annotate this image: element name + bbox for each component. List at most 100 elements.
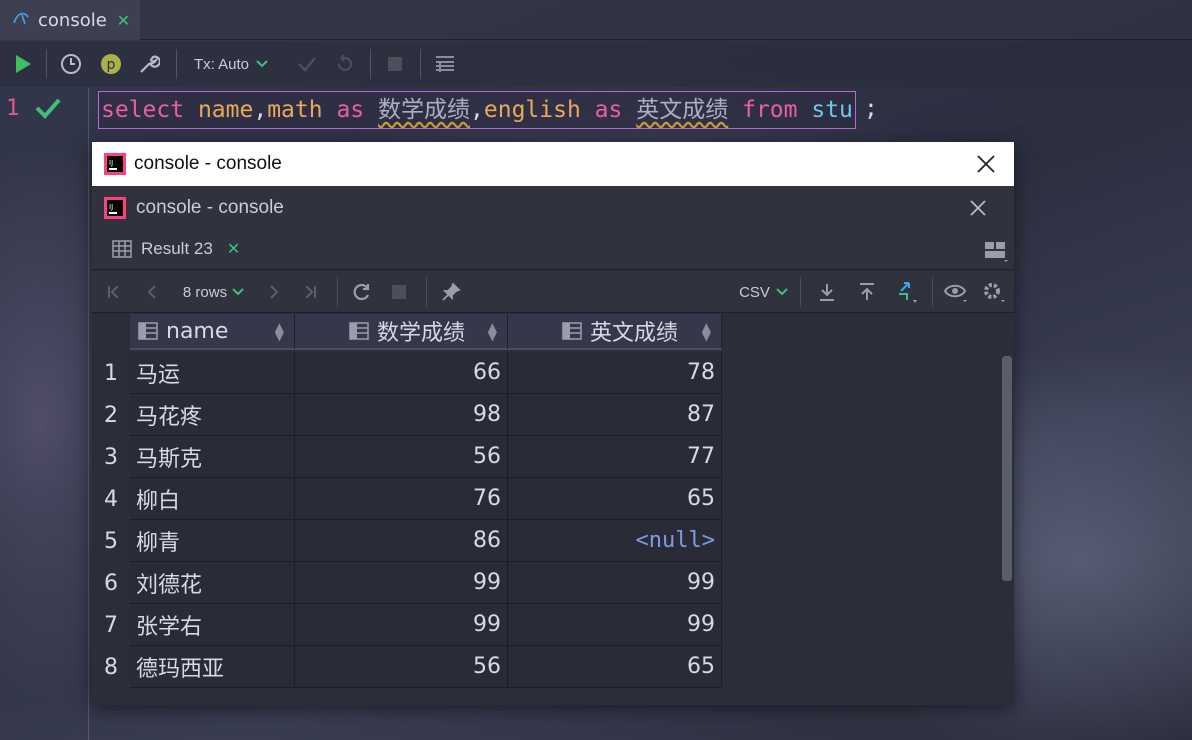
cell-name[interactable]: 马斯克 [130,436,295,478]
cell-math[interactable]: 99 [295,604,508,646]
cell-math[interactable]: 86 [295,520,508,562]
column-header-english[interactable]: 英文成绩 ▲ ▼ [508,314,722,350]
export-format-dropdown[interactable]: CSV [738,278,790,306]
intellij-logo-icon: IJ [104,197,126,219]
previous-page-button[interactable] [140,278,164,306]
editor-tab-bar: console ✕ [0,0,1192,40]
first-page-icon [108,285,119,299]
history-button[interactable] [56,49,86,79]
mysql-dolphin-icon [12,9,30,31]
row-number[interactable]: 8 [92,646,130,688]
sort-icon[interactable]: ▲ ▼ [275,321,284,342]
row-number[interactable]: 2 [92,394,130,436]
row-number[interactable]: 1 [92,352,130,394]
column-icon [349,322,369,340]
column-name: name [197,97,254,123]
cell-name[interactable]: 张学右 [130,604,295,646]
refresh-button[interactable] [348,278,376,306]
toolbar-separator [932,277,933,307]
column-header-name[interactable]: name ▲ ▼ [130,314,295,350]
chevron-down-icon [776,288,788,296]
next-page-button[interactable] [262,278,286,306]
column-icon [562,322,582,340]
pin-icon [442,282,461,301]
row-number[interactable]: 4 [92,478,130,520]
compare-button[interactable] [893,278,921,306]
cell-english[interactable]: 77 [508,436,722,478]
output-layout-button[interactable] [430,49,460,79]
stop-button[interactable] [380,49,410,79]
row-number[interactable]: 3 [92,436,130,478]
rollback-icon [338,54,352,71]
execute-button[interactable] [8,49,38,79]
cell-math[interactable]: 66 [295,352,508,394]
sort-icon[interactable]: ▲ ▼ [488,321,497,342]
last-page-button[interactable] [298,278,322,306]
transaction-mode-dropdown[interactable]: Tx: Auto [186,49,282,79]
intellij-logo-icon: IJ [104,153,126,175]
row-number[interactable]: 5 [92,520,130,562]
gear-icon [984,283,1005,302]
cell-math[interactable]: 56 [295,646,508,688]
success-check-icon [34,96,62,124]
toolbar-separator [337,277,338,307]
keyword-from: from [742,97,798,123]
cell-english[interactable]: <null> [508,520,722,562]
tab-console[interactable]: console ✕ [0,0,140,40]
layout-grid-icon [985,242,1008,262]
row-count-dropdown[interactable]: 8 rows [178,278,250,306]
cell-english[interactable]: 99 [508,562,722,604]
cell-english[interactable]: 65 [508,646,722,688]
cell-math[interactable]: 98 [295,394,508,436]
window-title: console - console [134,153,282,174]
row-number[interactable]: 6 [92,562,130,604]
pin-tab-button[interactable] [437,278,465,306]
settings-button[interactable] [134,49,164,79]
statement-terminator: ; [864,96,878,122]
cell-math[interactable]: 76 [295,478,508,520]
checkmark-icon [298,57,316,72]
cell-math[interactable]: 99 [295,562,508,604]
cell-name[interactable]: 刘德花 [130,562,295,604]
download-button[interactable] [814,278,840,306]
upload-button[interactable] [854,278,880,306]
window-title-bar[interactable]: IJ console - console [92,142,1014,186]
row-number[interactable]: 7 [92,604,130,646]
sql-statement[interactable]: select name,math as 数学成绩,english as 英文成绩… [98,91,856,129]
cell-name[interactable]: 柳青 [130,520,295,562]
cell-math[interactable]: 56 [295,436,508,478]
cell-name[interactable]: 德玛西亚 [130,646,295,688]
row-count-label: 8 rows [182,283,228,301]
vertical-scrollbar[interactable] [1002,356,1012,581]
close-icon[interactable]: ✕ [227,239,240,259]
cell-name[interactable]: 马运 [130,352,295,394]
cell-english[interactable]: 78 [508,352,722,394]
explain-plan-button[interactable]: p [96,49,126,79]
table-layout-icon [436,56,454,72]
gutter-divider [88,88,89,740]
compare-arrows-icon [899,282,917,303]
column-header-math[interactable]: 数学成绩 ▲ ▼ [295,314,508,350]
rollback-button[interactable] [330,49,360,79]
first-page-button[interactable] [102,278,126,306]
sort-icon[interactable]: ▲ ▼ [702,321,711,342]
toolbar-separator [800,277,801,307]
view-options-button[interactable] [942,278,970,306]
cell-name[interactable]: 马花疼 [130,394,295,436]
cell-name[interactable]: 柳白 [130,478,295,520]
window-close-button[interactable] [972,150,1000,178]
inner-close-button[interactable] [966,196,990,220]
cell-english[interactable]: 99 [508,604,722,646]
toolbar-separator [426,277,427,307]
column-header-label: name [166,318,229,344]
commit-button[interactable] [292,49,322,79]
keyword-as: as [336,97,365,123]
cell-english[interactable]: 87 [508,394,722,436]
tab-result[interactable]: Result 23 ✕ [112,239,240,259]
cancel-query-button[interactable] [387,278,411,306]
cell-english[interactable]: 65 [508,478,722,520]
layout-button[interactable] [984,240,1010,266]
close-icon[interactable]: ✕ [117,11,130,30]
export-format-label: CSV [739,283,770,301]
settings-button[interactable] [980,278,1008,306]
